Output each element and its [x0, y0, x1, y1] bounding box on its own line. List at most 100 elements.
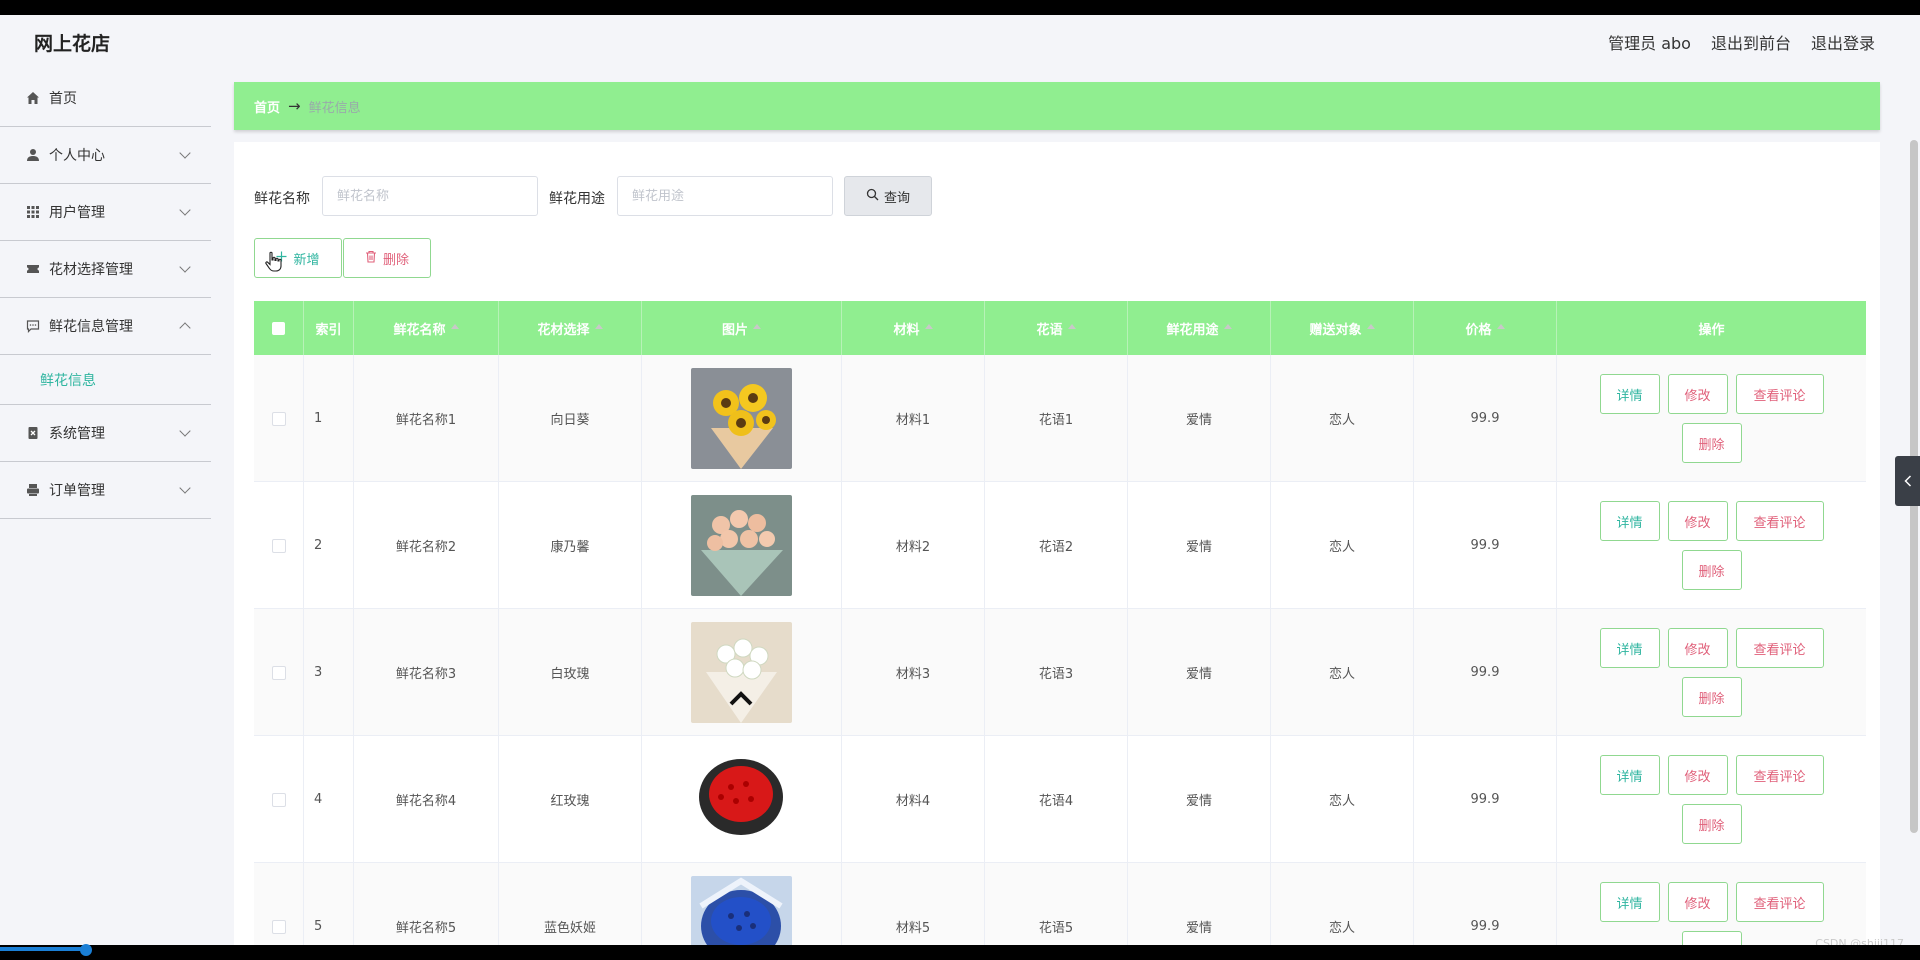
progress-handle[interactable]	[80, 944, 92, 956]
sidebar-item-material-select[interactable]: 花材选择管理	[0, 241, 211, 298]
image-cell	[642, 355, 842, 482]
edit-button[interactable]: 修改	[1667, 628, 1728, 668]
edit-button[interactable]: 修改	[1667, 374, 1728, 414]
column-header[interactable]: 图片	[642, 301, 842, 355]
column-header: 索引	[304, 301, 354, 355]
app-screen: 网上花店 管理员 abo 退出到前台 退出登录 首页 个人中心 用户管理 花材选…	[0, 15, 1920, 945]
ticket-icon	[26, 262, 40, 276]
column-header[interactable]: 赠送对象	[1271, 301, 1414, 355]
red-rose-bouquet-image[interactable]	[691, 749, 792, 850]
sidebar-item-system[interactable]: 系统管理	[0, 405, 211, 462]
row-delete-button[interactable]: 删除	[1681, 423, 1742, 463]
operations-cell: 详情 修改 查看评论 删除	[1557, 355, 1866, 482]
sidebar-item-label: 系统管理	[49, 426, 105, 442]
blue-rose-bouquet-image[interactable]	[691, 876, 792, 945]
add-button-label: 新增	[293, 252, 320, 268]
sort-icon[interactable]	[594, 323, 603, 329]
operations-cell: 详情 修改 查看评论 删除	[1557, 482, 1866, 609]
sidebar-item-label: 个人中心	[49, 148, 105, 164]
index-cell: 4	[304, 736, 354, 863]
flower-name-input[interactable]	[322, 176, 538, 216]
select-all-cell	[254, 301, 304, 355]
breadcrumb-home[interactable]: 首页	[254, 97, 280, 116]
edit-button[interactable]: 修改	[1667, 755, 1728, 795]
row-checkbox[interactable]	[271, 919, 286, 934]
sidebar-item-orders[interactable]: 订单管理	[0, 462, 211, 519]
column-header[interactable]: 花材选择	[499, 301, 642, 355]
row-delete-button[interactable]: 删除	[1681, 804, 1742, 844]
sort-icon[interactable]	[1223, 323, 1232, 329]
delete-box-icon	[26, 426, 40, 440]
image-cell	[642, 863, 842, 945]
flower-name-label: 鲜花名称	[254, 191, 310, 207]
batch-delete-button[interactable]: 删除	[343, 238, 431, 278]
logout-link[interactable]: 退出登录	[1811, 30, 1875, 54]
chevron-left-icon	[1903, 472, 1912, 491]
material-cell: 材料4	[842, 736, 985, 863]
sort-icon[interactable]	[753, 323, 761, 329]
column-header[interactable]: 价格	[1414, 301, 1557, 355]
detail-button[interactable]: 详情	[1599, 882, 1660, 922]
column-header[interactable]: 鲜花用途	[1128, 301, 1271, 355]
row-checkbox[interactable]	[271, 538, 286, 553]
view-reviews-button[interactable]: 查看评论	[1735, 374, 1824, 414]
chevron-down-icon	[179, 204, 191, 216]
column-header[interactable]: 材料	[842, 301, 985, 355]
chevron-up-icon	[179, 322, 191, 334]
column-header[interactable]: 花语	[985, 301, 1128, 355]
detail-button[interactable]: 详情	[1599, 628, 1660, 668]
row-delete-button[interactable]: 删除	[1681, 677, 1742, 717]
sunflower-bouquet-image[interactable]	[691, 368, 792, 469]
table-header: 索引 鲜花名称 花材选择 图片 材料 花语 鲜花用途 赠送对象 价格 操作	[254, 301, 1866, 355]
recipient-cell: 恋人	[1271, 736, 1414, 863]
flower-table: 索引 鲜花名称 花材选择 图片 材料 花语 鲜花用途 赠送对象 价格 操作 1 …	[254, 301, 1866, 945]
row-delete-button[interactable]: 删除	[1681, 931, 1742, 945]
sort-icon[interactable]	[924, 323, 933, 329]
detail-button[interactable]: 详情	[1599, 755, 1660, 795]
detail-button[interactable]: 详情	[1599, 501, 1660, 541]
side-collapse-button[interactable]	[1895, 456, 1920, 506]
row-checkbox[interactable]	[271, 792, 286, 807]
submenu-item-flower-info[interactable]: 鲜花信息	[0, 355, 211, 405]
view-reviews-button[interactable]: 查看评论	[1735, 882, 1824, 922]
sidebar-item-users[interactable]: 用户管理	[0, 184, 211, 241]
exit-to-front-link[interactable]: 退出到前台	[1711, 30, 1791, 54]
operations-cell: 详情 修改 查看评论 删除	[1557, 609, 1866, 736]
sort-icon[interactable]	[1496, 323, 1505, 329]
sort-icon[interactable]	[1366, 323, 1375, 329]
material-cell: 材料3	[842, 609, 985, 736]
flower-use-input[interactable]	[617, 176, 833, 216]
select-all-checkbox[interactable]	[272, 321, 285, 335]
flower-language-cell: 花语1	[985, 355, 1128, 482]
column-header[interactable]: 鲜花名称	[354, 301, 499, 355]
price-cell: 99.9	[1414, 863, 1557, 945]
page-scrollbar[interactable]	[1908, 70, 1920, 945]
row-delete-button[interactable]: 删除	[1681, 550, 1742, 590]
mouse-cursor-icon	[264, 251, 282, 277]
flower-name-cell: 鲜花名称3	[354, 609, 499, 736]
sort-icon[interactable]	[1067, 323, 1076, 329]
material-cell: 材料5	[842, 863, 985, 945]
edit-button[interactable]: 修改	[1667, 501, 1728, 541]
query-button[interactable]: 查询	[844, 176, 932, 216]
row-checkbox[interactable]	[271, 665, 286, 680]
sort-icon[interactable]	[450, 323, 459, 329]
printer-icon	[26, 483, 40, 497]
view-reviews-button[interactable]: 查看评论	[1735, 501, 1824, 541]
view-reviews-button[interactable]: 查看评论	[1735, 755, 1824, 795]
flower-use-cell: 爱情	[1128, 736, 1271, 863]
row-checkbox[interactable]	[271, 411, 286, 426]
detail-button[interactable]: 详情	[1599, 374, 1660, 414]
recipient-cell: 恋人	[1271, 355, 1414, 482]
index-cell: 5	[304, 863, 354, 945]
view-reviews-button[interactable]: 查看评论	[1735, 628, 1824, 668]
flower-name-cell: 鲜花名称2	[354, 482, 499, 609]
carnation-bouquet-image[interactable]	[691, 495, 792, 596]
index-cell: 2	[304, 482, 354, 609]
breadcrumb: 首页 → 鲜花信息	[234, 82, 1880, 130]
sidebar-item-home[interactable]: 首页	[0, 70, 211, 127]
sidebar-item-flower-info[interactable]: 鲜花信息管理	[0, 298, 211, 355]
white-rose-bouquet-image[interactable]	[691, 622, 792, 723]
sidebar-item-personal[interactable]: 个人中心	[0, 127, 211, 184]
edit-button[interactable]: 修改	[1667, 882, 1728, 922]
